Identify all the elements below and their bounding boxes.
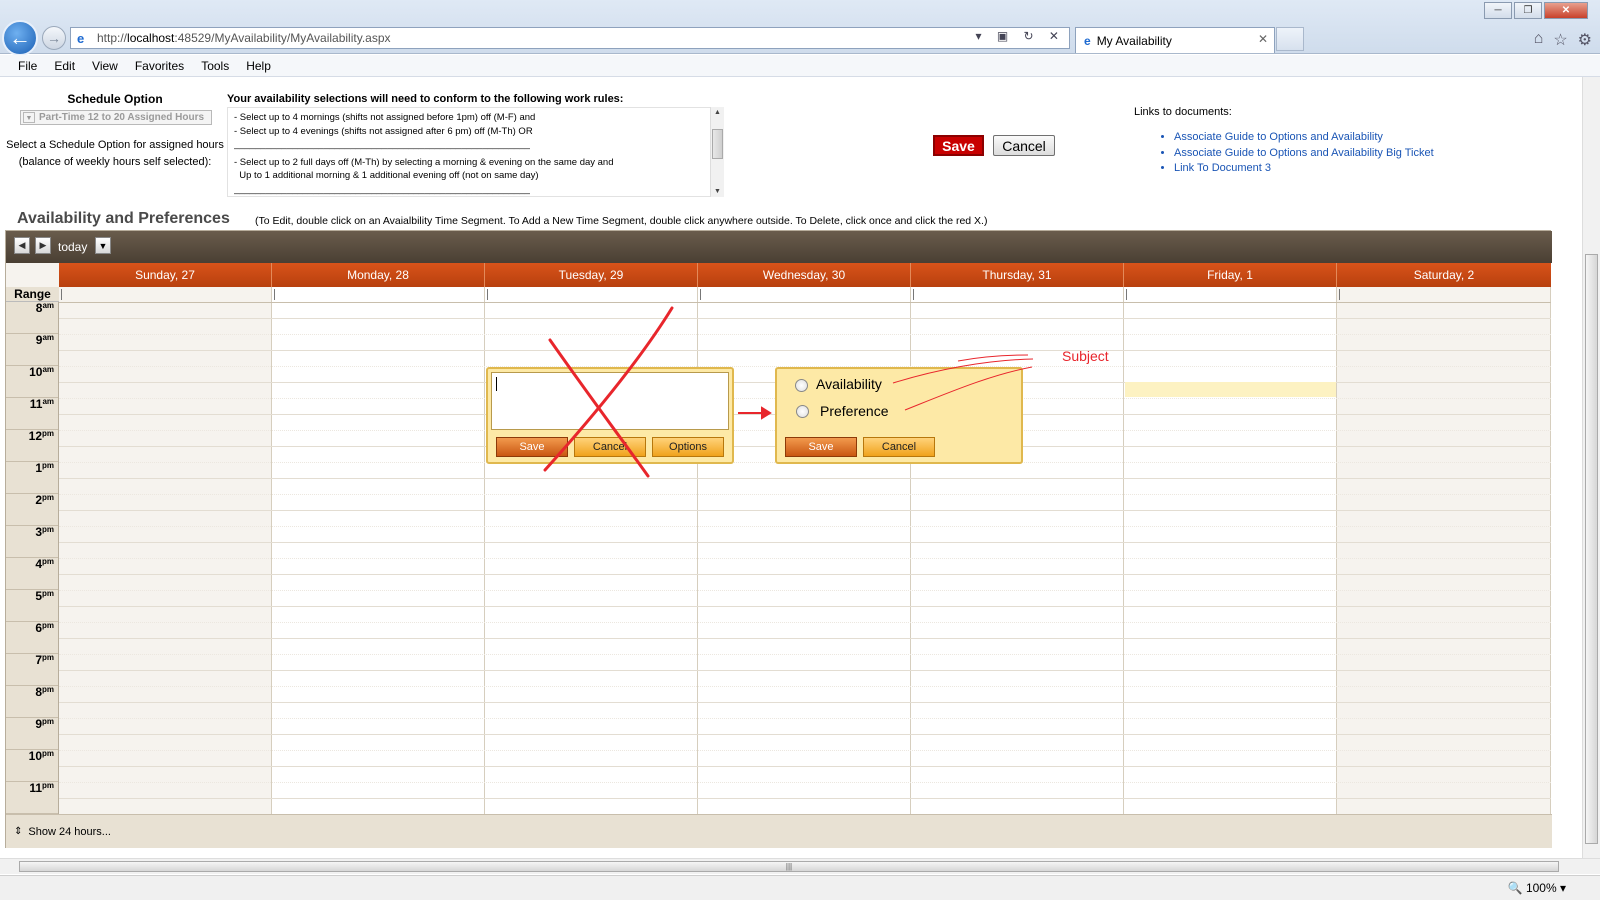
annotation-line bbox=[904, 366, 1033, 411]
page-horizontal-scrollbar[interactable]: ||| bbox=[0, 858, 1600, 874]
scroll-thumb[interactable] bbox=[1585, 254, 1598, 844]
annotation-overlay: Subject bbox=[543, 306, 1109, 478]
cross-stroke bbox=[543, 306, 674, 472]
status-bar: 🔍 100% ▾ bbox=[0, 875, 1600, 900]
zoom-level[interactable]: 🔍 100% ▾ bbox=[1508, 881, 1566, 895]
arrow-head-icon bbox=[761, 406, 772, 420]
subject-annotation: Subject bbox=[1062, 348, 1109, 364]
page-vertical-scrollbar[interactable] bbox=[1582, 77, 1600, 858]
scroll-thumb[interactable]: ||| bbox=[19, 861, 1559, 872]
